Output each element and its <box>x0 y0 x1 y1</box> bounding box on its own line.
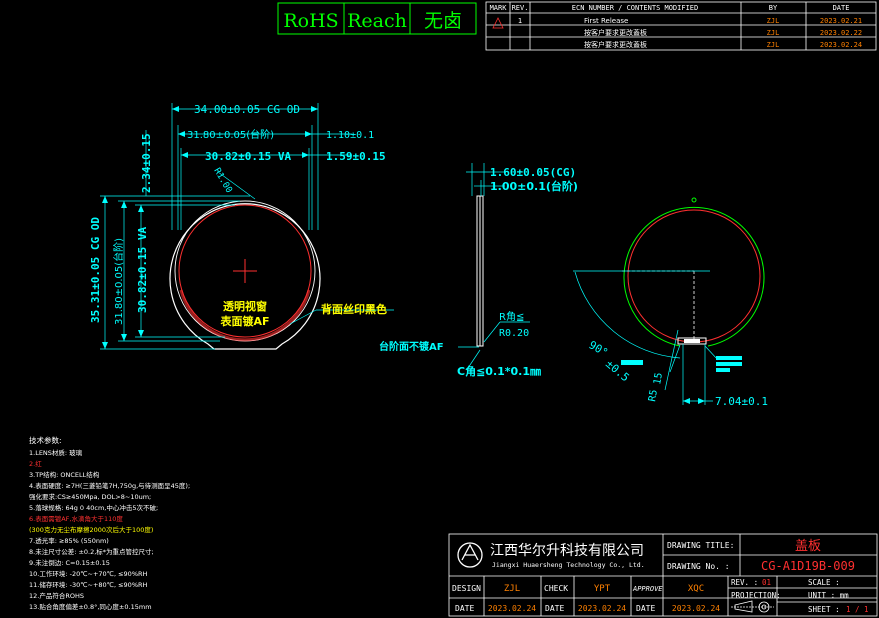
check-value: YPT <box>594 584 611 594</box>
rev-row-1-content: First Release <box>584 17 628 25</box>
company-name-cn: 江西华尔升科技有限公司 <box>490 543 644 559</box>
check-date-label: DATE <box>545 604 564 613</box>
approve-label: APPROVE <box>632 585 663 593</box>
sheet-label: SHEET : <box>808 605 840 614</box>
tech-param-line: 11.储存环境: -30℃~+80℃, ≤90%RH <box>29 580 148 589</box>
front-view: 34.00±0.05 CG OD 31.80±0.05(台阶) 1.10±0.1… <box>89 103 394 350</box>
dim-top-offset: 2.34±0.15 <box>140 133 153 193</box>
dim-15: 15 <box>652 372 665 386</box>
dim-r5: R5 <box>647 389 660 403</box>
rohs-badge: RoHS <box>283 10 338 32</box>
rev-row-1-by: ZJL <box>767 17 780 25</box>
tech-param-line: 7.透光率: ≥85% (550nm) <box>29 536 109 545</box>
drawing-title-label: DRAWING TITLE: <box>667 541 734 550</box>
window-callout-line1: 透明视窗 <box>223 299 267 313</box>
right-view: 90° ±0.5 15 R5 7.04±0.1 <box>573 197 768 408</box>
rev-row-3-date: 2023.02.24 <box>820 41 862 49</box>
rev-label: REV. : <box>731 578 758 587</box>
rev-header-mark: MARK <box>490 4 508 12</box>
dim-angle: 90° <box>587 338 611 359</box>
engineering-drawing: RoHS Reach 无卤 MARK REV. ECN NUMBER / CON… <box>29 1 878 617</box>
projection-symbol-icon <box>731 600 774 613</box>
company-logo-icon <box>457 542 483 568</box>
tech-param-line: 强化要求:CS≥450Mpa, DOL>8~10um; <box>29 492 151 501</box>
tech-param-line: 1.LENS材质: 玻璃 <box>29 448 83 457</box>
dim-cg-width: 34.00±0.05 CG OD <box>194 103 300 116</box>
tech-params: 技术参数: 1.LENS材质: 玻璃 2.红 3.TP结构: ONCELL结构 … <box>29 435 190 611</box>
rev-header-ecn: ECN NUMBER / CONTENTS MODIFIED <box>572 4 698 12</box>
rev-row-3-by: ZJL <box>767 41 780 49</box>
approve-value: XQC <box>688 584 704 594</box>
projection-label: PROJECTION: <box>731 591 781 600</box>
design-date: 2023.02.24 <box>488 604 536 613</box>
drawing-no-label: DRAWING No. : <box>667 562 730 571</box>
dim-step-offset: 1.10±0.1 <box>326 130 374 141</box>
check-label: CHECK <box>544 584 568 593</box>
dim-cg-height: 35.31±0.05 CG OD <box>89 217 102 323</box>
approve-date-label: DATE <box>636 604 655 613</box>
tech-param-line: 12.产品符合ROHS <box>29 591 84 600</box>
dim-step-height: 31.80±0.05(台阶) <box>112 238 125 325</box>
rev-number: 1 <box>518 17 522 25</box>
drawing-no: CG-A1D19B-009 <box>761 559 855 573</box>
unit-label: UNIT : mm <box>808 591 849 600</box>
dim-step-thickness: 1.00±0.1(台阶) <box>490 179 578 193</box>
tech-param-line: 13.贴合角度偏差±0.8°,同心度±0.15mm <box>29 602 152 611</box>
tech-param-line: 3.TP结构: ONCELL结构 <box>29 470 100 479</box>
halogen-free-badge: 无卤 <box>424 10 462 32</box>
rev-row-2-date: 2023.02.22 <box>820 29 862 37</box>
tech-param-line: 5.落球规格: 64g 0 40cm,中心冲击5次不破; <box>29 503 158 512</box>
tech-params-title: 技术参数: <box>29 435 62 445</box>
design-value: ZJL <box>504 584 520 594</box>
dim-c-corner: C角≦0.1*0.1㎜ <box>457 364 541 378</box>
design-label: DESIGN <box>452 584 481 593</box>
dim-r-corner: R角≦ <box>499 311 524 323</box>
dim-cg-thickness: 1.60±0.05(CG) <box>490 166 576 179</box>
dim-va-height: 30.82±0.15 VA <box>136 227 149 313</box>
dim-step-width: 31.80±0.05(台阶) <box>187 128 274 141</box>
rev-value: 01 <box>762 578 771 587</box>
tech-param-line: (300克力无尘布摩擦2000次后大于100度) <box>29 525 153 534</box>
rev-header-date: DATE <box>833 4 850 12</box>
side-view: 1.60±0.05(CG) 1.00±0.1(台阶) R角≦ R0.20 台阶面… <box>379 163 578 378</box>
dim-r-value: R0.20 <box>499 328 529 339</box>
sheet-value: 1 / 1 <box>846 605 869 614</box>
check-date: 2023.02.24 <box>578 604 626 613</box>
tech-param-line: 6.表面需镀AF,水滴角大于110度 <box>29 514 123 523</box>
tech-param-line: 2.红 <box>29 459 42 468</box>
rev-row-2-content: 按客户要求更改蓋板 <box>584 28 647 37</box>
tech-param-line: 9.未注倒边: C=0.15±0.15 <box>29 558 110 567</box>
company-name-en: Jiangxi Huaersheng Technology Co., Ltd. <box>492 561 645 569</box>
dim-704: 7.04±0.1 <box>715 395 768 408</box>
back-print-callout: 背面丝印黑色 <box>321 302 387 316</box>
rev-row-2-by: ZJL <box>767 29 780 37</box>
dim-va-offset: 1.59±0.15 <box>326 150 386 163</box>
rev-header-rev: REV. <box>512 4 529 12</box>
rev-row-1-date: 2023.02.21 <box>820 17 862 25</box>
tech-param-line: 8.未注尺寸公差: ±0.2,标*为重点管控尺寸; <box>29 547 154 556</box>
tech-param-line: 4.表面硬度: ≥7H(三菱铅笔7H,750g,与待测面呈45度); <box>29 481 190 490</box>
rev-row-3-content: 按客户要求更改蓋板 <box>584 40 647 49</box>
compliance-badges: RoHS Reach 无卤 <box>277 2 477 35</box>
approve-date: 2023.02.24 <box>672 604 720 613</box>
step-no-af-callout: 台阶面不镀AF <box>379 340 444 353</box>
reach-badge: Reach <box>347 10 407 32</box>
design-date-label: DATE <box>455 604 474 613</box>
tech-param-line: 10.工作环境: -20℃~+70℃, ≤90%RH <box>29 569 148 578</box>
window-callout-line2: 表面镀AF <box>219 314 269 328</box>
drawing-title: 盖板 <box>795 539 821 554</box>
scale-label: SCALE : <box>808 578 840 587</box>
rev-header-by: BY <box>769 4 778 12</box>
dim-va-width: 30.82±0.15 VA <box>205 150 291 163</box>
